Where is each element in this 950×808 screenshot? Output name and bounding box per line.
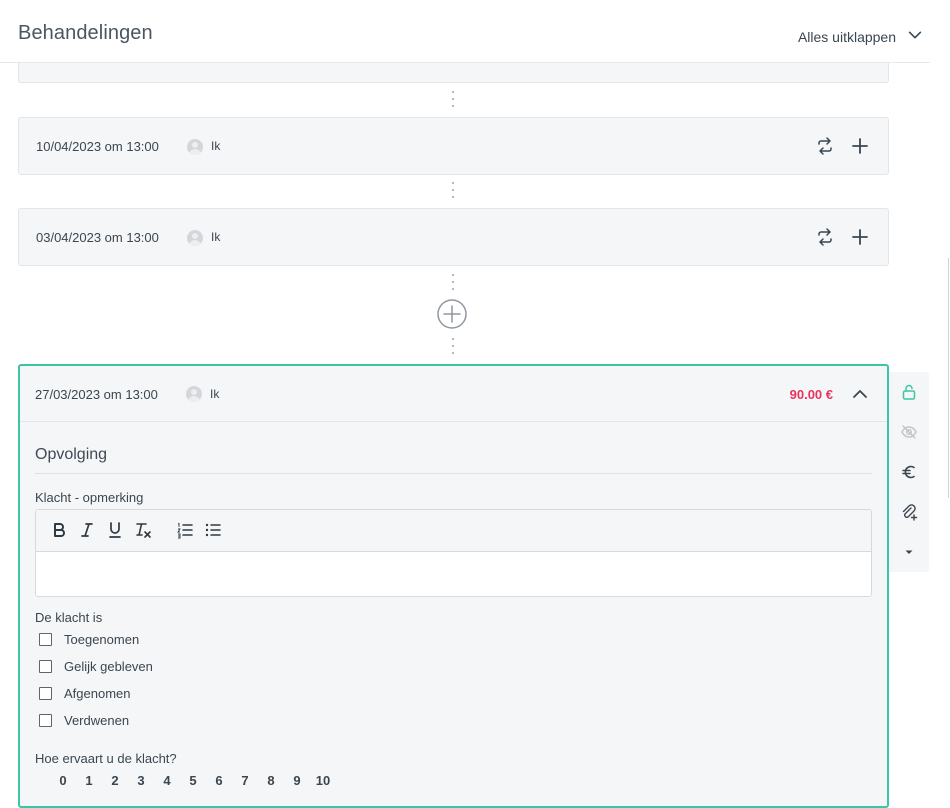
treatment-card-collapsed-top[interactable] bbox=[18, 63, 889, 83]
checkbox-option[interactable]: Gelijk gebleven bbox=[39, 659, 153, 674]
plus-icon[interactable] bbox=[850, 227, 870, 247]
side-toolbar bbox=[889, 372, 929, 572]
treatment-user: Ik bbox=[211, 139, 221, 153]
checkbox[interactable] bbox=[39, 714, 52, 727]
experience-label: Hoe ervaart u de klacht? bbox=[35, 751, 177, 766]
underline-icon[interactable] bbox=[106, 521, 124, 539]
checkbox[interactable] bbox=[39, 660, 52, 673]
checkbox-label: Gelijk gebleven bbox=[64, 659, 153, 674]
page-header: Behandelingen Alles uitklappen bbox=[0, 0, 930, 63]
checkbox[interactable] bbox=[39, 687, 52, 700]
bold-icon[interactable] bbox=[50, 521, 68, 539]
complaint-textarea[interactable] bbox=[36, 552, 871, 596]
checkbox-label: Afgenomen bbox=[64, 686, 131, 701]
checkbox-option[interactable]: Verdwenen bbox=[39, 713, 129, 728]
treatment-card[interactable]: 03/04/2023 om 13:00 Ik bbox=[18, 208, 889, 266]
eye-off-icon[interactable] bbox=[899, 422, 919, 442]
treatment-card[interactable]: 10/04/2023 om 13:00 Ik bbox=[18, 117, 889, 175]
checkbox-option[interactable]: Toegenomen bbox=[39, 632, 139, 647]
treatment-card-header[interactable]: 27/03/2023 om 13:00 Ik 90.00 € bbox=[20, 366, 887, 422]
complaint-label: Klacht - opmerking bbox=[35, 490, 144, 505]
timeline-connector bbox=[452, 338, 454, 354]
avatar bbox=[186, 386, 202, 402]
plus-icon[interactable] bbox=[850, 136, 870, 156]
add-treatment-button[interactable] bbox=[437, 299, 467, 329]
repeat-icon[interactable] bbox=[815, 136, 835, 156]
checkbox-label: Toegenomen bbox=[64, 632, 140, 647]
ordered-list-icon[interactable] bbox=[176, 521, 194, 539]
treatment-price: 90.00 € bbox=[789, 387, 833, 402]
chevron-down-icon bbox=[906, 26, 924, 47]
page-title: Behandelingen bbox=[18, 22, 153, 44]
treatment-date: 27/03/2023 om 13:00 bbox=[35, 387, 158, 402]
timeline-connector bbox=[452, 274, 454, 290]
section-title: Opvolging bbox=[35, 446, 108, 463]
unlock-icon[interactable] bbox=[899, 382, 919, 402]
treatment-user: Ik bbox=[210, 387, 220, 401]
chevron-up-icon[interactable] bbox=[850, 384, 870, 404]
timeline-connector bbox=[452, 91, 454, 107]
avatar bbox=[187, 230, 203, 246]
avatar bbox=[187, 139, 203, 155]
status-label: De klacht is bbox=[35, 610, 103, 625]
treatment-user: Ik bbox=[211, 230, 221, 244]
expand-all-button[interactable]: Alles uitklappen bbox=[798, 26, 924, 47]
plus-circle-icon bbox=[437, 299, 467, 329]
bullet-list-icon[interactable] bbox=[204, 521, 222, 539]
treatment-date: 03/04/2023 om 13:00 bbox=[36, 230, 159, 245]
caret-down-icon[interactable] bbox=[899, 542, 919, 562]
repeat-icon[interactable] bbox=[815, 227, 835, 247]
paperclip-plus-icon[interactable] bbox=[899, 502, 919, 522]
expand-all-label: Alles uitklappen bbox=[797, 28, 896, 45]
checkbox-label: Verdwenen bbox=[64, 713, 130, 728]
timeline-connector bbox=[452, 182, 454, 198]
treatment-date: 10/04/2023 om 13:00 bbox=[36, 139, 159, 154]
rich-text-editor bbox=[35, 509, 872, 597]
treatment-card-expanded: 27/03/2023 om 13:00 Ik 90.00 € Opvolging… bbox=[18, 364, 889, 808]
euro-icon[interactable] bbox=[899, 462, 919, 482]
checkbox-option[interactable]: Afgenomen bbox=[39, 686, 131, 701]
checkbox[interactable] bbox=[39, 633, 52, 646]
italic-icon[interactable] bbox=[78, 521, 96, 539]
divider bbox=[35, 473, 872, 474]
scrollbar[interactable] bbox=[948, 258, 949, 498]
editor-toolbar bbox=[36, 510, 871, 552]
clear-format-icon[interactable] bbox=[134, 521, 152, 539]
